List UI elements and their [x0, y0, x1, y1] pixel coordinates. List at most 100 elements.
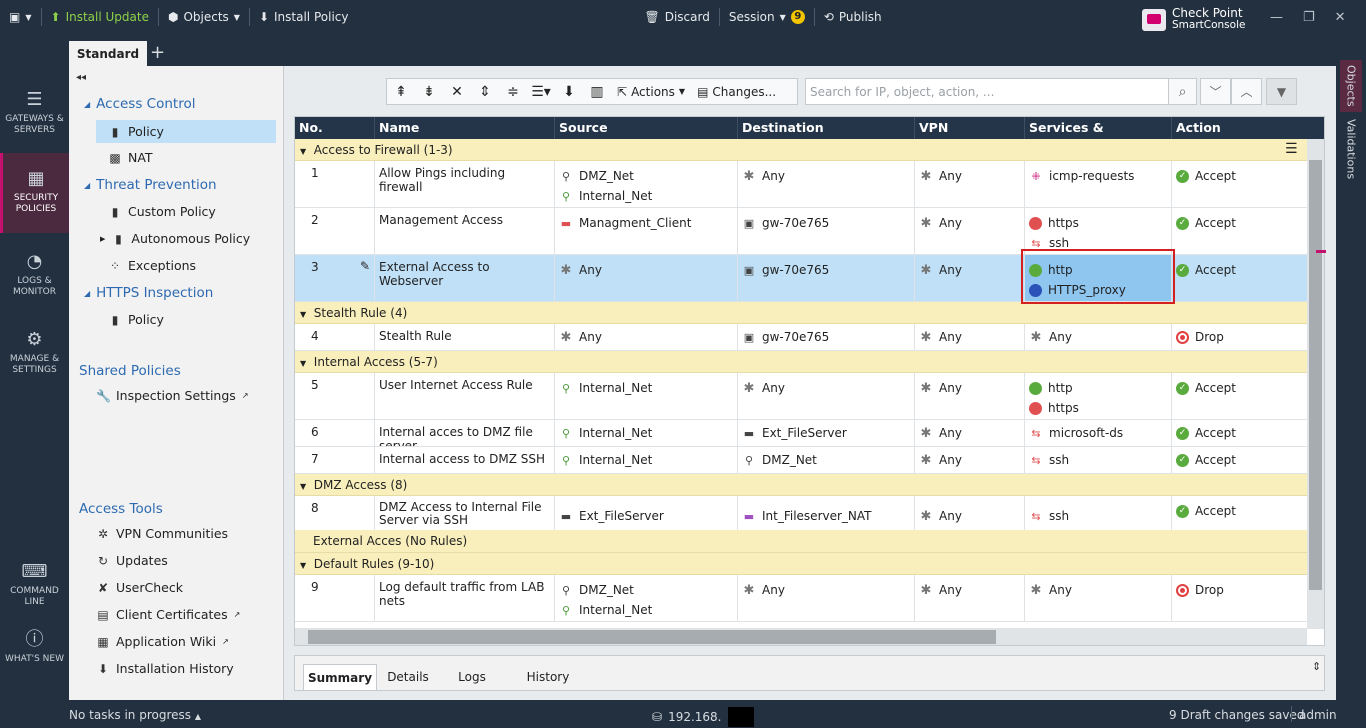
col-header-destination[interactable]: Destination — [738, 117, 915, 139]
section-header[interactable]: ▼ Stealth Rule (4) — [295, 302, 1307, 324]
install-policy-button[interactable]: ⬇ Install Policy — [250, 0, 358, 34]
any-icon: ✱ — [560, 329, 572, 345]
policy-book-icon: ▮ — [115, 231, 122, 246]
section-header[interactable]: ▼ Default Rules (9-10) — [295, 553, 1307, 575]
tree-access-control[interactable]: ◢ Access Control — [84, 96, 195, 112]
actions-menu-button[interactable]: ⇱ Actions ▼ — [611, 79, 691, 104]
nav-command-line[interactable]: ⌨ COMMAND LINE — [0, 562, 69, 608]
collapse-sections-icon[interactable]: ≑ — [499, 79, 527, 104]
tree-application-wiki[interactable]: ▦ Application Wiki ↗ — [96, 634, 228, 649]
tab-standard[interactable]: Standard — [69, 41, 147, 66]
search-icon[interactable]: ⌕ — [1168, 78, 1197, 105]
nav-whats-new[interactable]: ⓘ WHAT'S NEW — [0, 630, 69, 665]
install-icon[interactable]: ⬇ — [555, 79, 583, 104]
layers-icon[interactable]: ▥ — [583, 79, 611, 104]
session-menu-button[interactable]: Session ▼ 9 — [720, 0, 814, 34]
tree-access-policy[interactable]: ▮ Policy — [96, 120, 276, 143]
tree-installation-history[interactable]: ⬇ Installation History — [96, 661, 234, 676]
objects-menu-button[interactable]: ⬢ Objects ▼ — [159, 0, 249, 34]
tree-https-inspection[interactable]: ◢ HTTPS Inspection — [84, 285, 213, 301]
maximize-icon[interactable]: ❐ — [1303, 10, 1315, 25]
menu-lines-icon[interactable]: ☰▾ — [527, 79, 555, 104]
tree-usercheck[interactable]: ✘ UserCheck — [96, 580, 183, 595]
session-count-badge: 9 — [790, 10, 805, 24]
col-header-name[interactable]: Name — [375, 117, 555, 139]
delete-rule-icon[interactable]: ✕ — [443, 79, 471, 104]
table-row[interactable]: 4 Stealth Rule ✱ Any ▣ gw-70e765 ✱ Any ✱ Any… — [295, 324, 1307, 351]
expand-panel-icon[interactable]: ⇕ — [1312, 660, 1321, 673]
changes-button[interactable]: ▤ Changes... — [691, 79, 782, 104]
col-header-source[interactable]: Source — [555, 117, 738, 139]
section-menu-icon[interactable]: ☰ — [1285, 141, 1298, 157]
objects-side-tab[interactable]: Objects — [1340, 60, 1362, 112]
col-header-no[interactable]: No. — [295, 117, 375, 139]
tab-history[interactable]: History — [518, 664, 578, 690]
any-icon: ✱ — [560, 262, 572, 278]
expand-sections-icon[interactable]: ⇕ — [471, 79, 499, 104]
section-header[interactable]: ▼ DMZ Access (8) — [295, 474, 1307, 496]
ssh-icon: ⇆ — [1031, 453, 1041, 467]
next-result-icon[interactable]: ﹀ — [1200, 78, 1231, 105]
tab-summary[interactable]: Summary — [303, 664, 377, 690]
tree-updates[interactable]: ↻ Updates — [96, 553, 168, 568]
checkpoint-logo-icon — [1142, 8, 1166, 31]
table-row[interactable]: 9 Log default traffic from LAB nets ⚲ DMZ… — [295, 575, 1307, 622]
any-icon: ✱ — [743, 582, 755, 598]
any-icon: ✱ — [1030, 329, 1042, 345]
validations-side-tab[interactable]: Validations — [1340, 118, 1362, 180]
gauge-icon: ◔ — [26, 251, 43, 272]
refresh-icon: ↻ — [97, 553, 109, 568]
table-row[interactable]: 5 User Internet Access Rule ⚲ Internal_Ne… — [295, 373, 1307, 420]
table-row[interactable]: 7 Internal access to DMZ SSH ⚲ Internal_N… — [295, 447, 1307, 474]
col-header-services[interactable]: Services & Applications — [1025, 117, 1172, 157]
horizontal-scrollbar-thumb[interactable] — [308, 630, 996, 644]
tree-inspection-settings[interactable]: 🔧 Inspection Settings ↗ — [96, 388, 249, 403]
add-tab-icon[interactable]: + — [150, 42, 165, 63]
section-header[interactable]: ▼ Internal Access (5-7) — [295, 351, 1307, 373]
table-row[interactable]: 2 Management Access ▬ Managment_Client ▣ g… — [295, 208, 1307, 255]
tasks-status[interactable]: No tasks in progress ▲ — [69, 708, 201, 722]
nav-gateways-servers[interactable]: ☰ GATEWAYS & SERVERS — [0, 90, 69, 136]
exceptions-icon: ⁘ — [109, 258, 121, 273]
table-row[interactable]: 6 Internal acces to DMZ file server ⚲ Int… — [295, 420, 1307, 447]
chevron-down-icon: ▼ — [779, 12, 786, 22]
tree-client-certificates[interactable]: ▤ Client Certificates ↗ — [96, 607, 240, 622]
install-update-button[interactable]: ⬆ Install Update — [42, 0, 158, 34]
edit-pencil-icon[interactable]: ✎ — [360, 259, 370, 273]
tree-nat[interactable]: ▩ NAT — [108, 150, 152, 165]
tree-custom-policy[interactable]: ▮ Custom Policy — [108, 204, 216, 219]
tab-details[interactable]: Details — [378, 664, 438, 690]
vertical-scrollbar-thumb[interactable] — [1309, 160, 1322, 590]
network-icon: ⚲ — [561, 583, 571, 597]
tree-exceptions[interactable]: ⁘ Exceptions — [108, 258, 196, 273]
tree-vpn-communities[interactable]: ✲ VPN Communities — [96, 526, 228, 541]
filter-icon[interactable]: ▼ — [1266, 78, 1297, 105]
col-header-action[interactable]: Action — [1172, 117, 1324, 139]
previous-result-icon[interactable]: ︿ — [1231, 78, 1262, 105]
nav-security-policies[interactable]: ▦ SECURITY POLICIES — [0, 153, 69, 233]
policy-tree — [69, 66, 284, 700]
col-header-vpn[interactable]: VPN — [915, 117, 1025, 139]
network-icon: ⚲ — [561, 426, 571, 440]
nav-logs-monitor[interactable]: ◔ LOGS & MONITOR — [0, 252, 69, 298]
tree-autonomous-policy[interactable]: ▶ ▮ Autonomous Policy — [100, 231, 250, 246]
discard-button[interactable]: 🗑 Discard — [635, 0, 718, 34]
tree-https-policy[interactable]: ▮ Policy — [108, 312, 164, 327]
vpn-icon: ✲ — [97, 526, 109, 541]
tree-threat-prevention[interactable]: ◢ Threat Prevention — [84, 177, 217, 193]
section-header[interactable]: ▼ Access to Firewall (1-3) ☰ — [295, 139, 1307, 161]
host-icon: ▬ — [743, 509, 755, 523]
search-input[interactable]: Search for IP, object, action, ... — [805, 78, 1169, 105]
nav-manage-settings[interactable]: ⚙ MANAGE & SETTINGS — [0, 330, 69, 376]
section-header[interactable]: External Acces (No Rules) — [295, 530, 1307, 553]
app-menu-button[interactable]: ▣ ▼ — [0, 0, 41, 34]
tab-logs[interactable]: Logs — [446, 664, 498, 690]
add-rule-above-icon[interactable]: ⇞ — [387, 79, 415, 104]
table-row[interactable]: 1 Allow Pings including firewall ⚲ DMZ_Ne… — [295, 161, 1307, 208]
add-rule-below-icon[interactable]: ⇟ — [415, 79, 443, 104]
publish-button[interactable]: ⟲ Publish — [815, 0, 891, 34]
collapse-tree-icon[interactable]: ◂◂ — [76, 72, 86, 83]
minimize-icon[interactable]: — — [1270, 10, 1283, 25]
drop-icon — [1176, 330, 1189, 344]
close-icon[interactable]: ✕ — [1335, 10, 1346, 25]
